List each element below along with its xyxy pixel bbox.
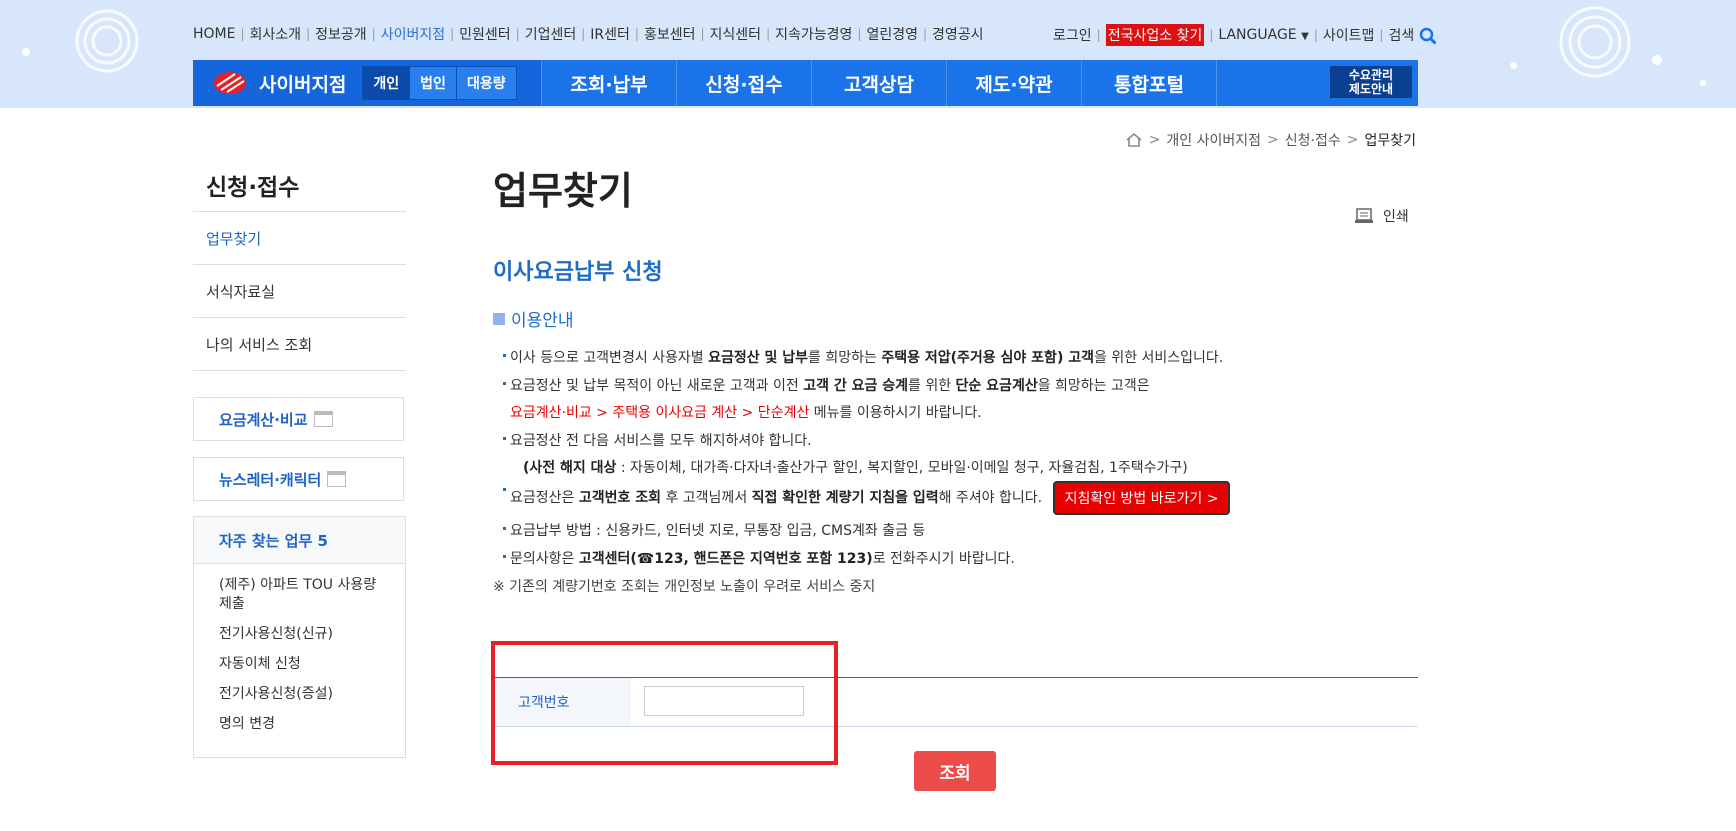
tab-large-volume[interactable]: 대용량	[456, 67, 516, 99]
brand-title[interactable]: 사이버지점	[259, 70, 346, 97]
demand-management-button[interactable]: 수요관리 제도안내	[1330, 66, 1412, 98]
frequent-tasks-title: 자주 찾는 업무 5	[194, 517, 405, 564]
util-link-open[interactable]: 열린경영	[866, 24, 918, 44]
new-window-icon	[327, 471, 347, 487]
search-icon	[1419, 27, 1437, 45]
utility-nav-left: HOME | 회사소개 | 정보공개 | 사이버지점 | 민원센터 | 기업센터 | IR센…	[193, 24, 984, 44]
frequent-task-item[interactable]: 전기사용신청(신규)	[219, 625, 387, 644]
guide-bullet-1: 이사 등으로 고객변경시 사용자별 요금정산 및 납부를 희망하는 주택용 저압…	[502, 347, 1223, 367]
frequent-tasks-panel: 자주 찾는 업무 5 (제주) 아파트 TOU 사용량 제출 전기사용신청(신규…	[193, 516, 406, 758]
guide-heading: 이용안내	[493, 306, 574, 331]
tab-corporate[interactable]: 법인	[410, 67, 457, 99]
breadcrumb-item[interactable]: 개인 사이버지점	[1166, 130, 1261, 150]
sidebar-item-my-services[interactable]: 나의 서비스 조회	[193, 318, 406, 371]
search-label: 검색	[1388, 28, 1415, 44]
customer-type-tabs: 개인 법인 대용량	[362, 66, 517, 100]
utility-nav-right: 로그인 | 전국사업소 찾기 | LANGUAGE ▼ | 사이트맵 | 검색	[1053, 24, 1437, 46]
kepco-logo-icon[interactable]	[213, 71, 247, 95]
frequent-task-item[interactable]: 전기사용신청(증설)	[219, 685, 387, 704]
util-link-cyber-branch[interactable]: 사이버지점	[381, 24, 445, 44]
print-label: 인쇄	[1383, 209, 1409, 225]
search-link[interactable]: 검색	[1388, 25, 1437, 45]
frequent-task-item[interactable]: 자동이체 신청	[219, 655, 387, 674]
search-button[interactable]: 조회	[914, 751, 996, 791]
square-bullet-icon	[493, 312, 505, 325]
brand-area: 사이버지점 개인 법인 대용량	[193, 60, 541, 106]
util-link-disclosure[interactable]: 경영공시	[932, 24, 984, 44]
guide-bullet-3: 요금정산 전 다음 서비스를 모두 해지하셔야 합니다.	[503, 430, 812, 450]
guide-bullet-4: 요금정산은 고객번호 조회 후 고객님께서 직접 확인한 계량기 지침을 입력해…	[502, 481, 1231, 515]
page-title: 업무찾기	[493, 169, 633, 213]
menu-inquiry-payment[interactable]: 조회·납부	[541, 60, 677, 106]
sitemap-link[interactable]: 사이트맵	[1323, 25, 1375, 45]
chevron-right-icon: >	[1346, 132, 1359, 148]
sidebar-link-fee-calc[interactable]: 요금계산·비교	[193, 397, 404, 441]
meter-check-guide-button[interactable]: 지침확인 방법 바로가기 >	[1052, 481, 1231, 515]
main-menu: 조회·납부 신청·접수 고객상담 제도·약관 통합포털	[541, 60, 1217, 106]
find-office-link[interactable]: 전국사업소 찾기	[1105, 24, 1205, 46]
language-label: LANGUAGE	[1218, 27, 1297, 43]
print-icon	[1355, 208, 1373, 223]
menu-policy-terms[interactable]: 제도·약관	[947, 60, 1082, 106]
decorative-dot	[22, 48, 30, 56]
chevron-right-icon: >	[1148, 132, 1161, 148]
breadcrumb-current: 업무찾기	[1364, 133, 1416, 149]
guide-bullet-2: 요금정산 및 납부 목적이 아닌 새로운 고객과 이전 고객 간 요금 승계를 …	[503, 375, 1150, 395]
demand-line1: 수요관리	[1348, 68, 1394, 82]
highlight-box	[491, 641, 838, 765]
sidebar-link-newsletter[interactable]: 뉴스레터·캐릭터	[193, 457, 404, 501]
sidebar-item-forms[interactable]: 서식자료실	[193, 265, 406, 318]
guide-bullet-5: 요금납부 방법 : 신용카드, 인터넷 지로, 무통장 입금, CMS계좌 출금…	[502, 520, 925, 540]
frequent-task-item[interactable]: (제주) 아파트 TOU 사용량 제출	[219, 576, 387, 614]
tab-personal[interactable]: 개인	[363, 67, 411, 99]
util-link-pr[interactable]: 홍보센터	[644, 24, 696, 44]
util-link-home[interactable]: HOME	[193, 26, 235, 42]
util-link-knowledge[interactable]: 지식센터	[710, 24, 762, 44]
breadcrumb: > 개인 사이버지점 > 신청·접수 > 업무찾기	[1125, 130, 1416, 150]
sidebar-title: 신청·접수	[206, 175, 300, 201]
util-link-info[interactable]: 정보공개	[315, 24, 367, 44]
section-title: 이사요금납부 신청	[493, 260, 663, 285]
main-navigation: 사이버지점 개인 법인 대용량 조회·납부 신청·접수 고객상담 제도·약관 통…	[193, 60, 1418, 106]
decorative-dot	[1700, 80, 1706, 86]
breadcrumb-item[interactable]: 신청·접수	[1285, 130, 1341, 150]
decorative-dot	[1652, 55, 1662, 65]
sidebar-menu: 업무찾기 서식자료실 나의 서비스 조회	[193, 211, 406, 371]
frequent-task-item[interactable]: 명의 변경	[219, 715, 387, 734]
login-link[interactable]: 로그인	[1053, 25, 1092, 45]
util-link-company[interactable]: 회사소개	[250, 24, 302, 44]
fee-calc-label: 요금계산·비교	[219, 410, 308, 429]
print-button[interactable]: 인쇄	[1355, 206, 1409, 226]
fee-calc-path-link[interactable]: 요금계산·비교 > 주택용 이사요금 계산 > 단순계산	[510, 405, 809, 421]
guide-heading-text: 이용안내	[511, 311, 574, 331]
decorative-circles-left	[75, 9, 139, 73]
language-select[interactable]: LANGUAGE ▼	[1218, 27, 1308, 43]
util-link-business[interactable]: 기업센터	[525, 24, 577, 44]
newsletter-label: 뉴스레터·캐릭터	[219, 470, 322, 489]
sidebar-item-find-task[interactable]: 업무찾기	[193, 212, 406, 265]
decorative-circles-right	[1559, 6, 1631, 78]
chevron-right-icon: >	[1267, 132, 1279, 148]
menu-customer-support[interactable]: 고객상담	[812, 60, 947, 106]
new-window-icon	[313, 411, 333, 427]
service-notice: ※ 기존의 계량기번호 조회는 개인정보 노출이 우려로 서비스 중지	[493, 579, 876, 595]
guide-bullet-6: 문의사항은 고객센터(☎123, 핸드폰은 지역번호 포함 123)로 전화주시…	[503, 548, 1015, 568]
decorative-dot	[1510, 62, 1517, 69]
util-link-civil[interactable]: 민원센터	[459, 24, 511, 44]
demand-line2: 제도안내	[1348, 82, 1394, 96]
caret-down-icon: ▼	[1301, 31, 1309, 42]
guide-bullet-3-line2: (사전 해지 대상 : 자동이체, 대가족·다자녀·출산가구 할인, 복지할인,…	[523, 460, 1188, 476]
frequent-tasks-list: (제주) 아파트 TOU 사용량 제출 전기사용신청(신규) 자동이체 신청 전…	[194, 564, 405, 734]
util-link-sustainability[interactable]: 지속가능경영	[775, 24, 852, 44]
util-link-ir[interactable]: IR센터	[590, 24, 630, 44]
menu-portal[interactable]: 통합포털	[1082, 60, 1217, 106]
guide-bullet-2-line2: 요금계산·비교 > 주택용 이사요금 계산 > 단순계산 메뉴를 이용하시기 바…	[510, 405, 982, 421]
home-icon[interactable]	[1125, 132, 1143, 148]
menu-application[interactable]: 신청·접수	[677, 60, 812, 106]
